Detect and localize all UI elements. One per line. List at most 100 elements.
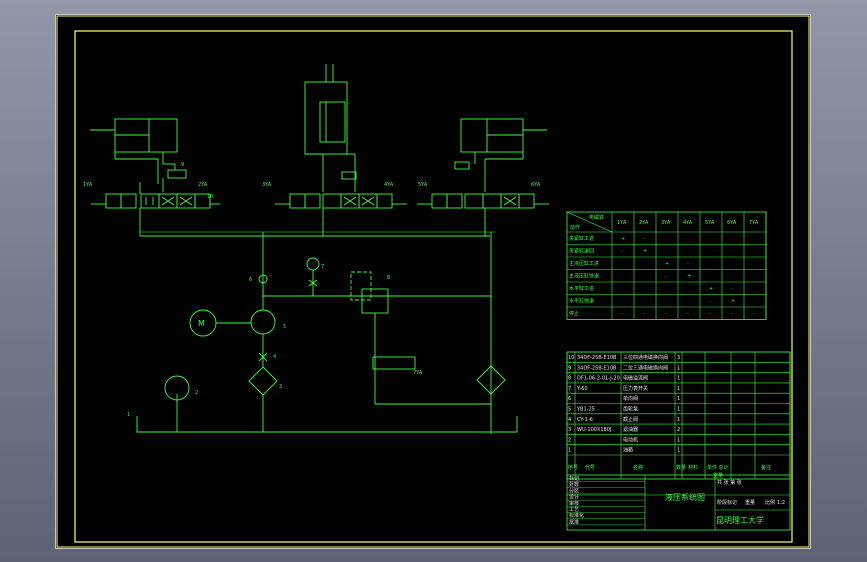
drawing-title: 液压系统图 — [665, 492, 705, 502]
part-code: YB1-25 — [576, 407, 595, 413]
part-qty: 1 — [677, 448, 680, 454]
part-code: DF1-06-2-01-J-20 — [577, 376, 620, 382]
part-code: WU-100X180J — [577, 427, 611, 433]
solenoid-7ya-valve — [372, 356, 416, 370]
title-block-label: 工艺 — [569, 507, 579, 513]
table-row-action: 夹紧缸退回 — [569, 248, 594, 255]
solenoid-action-table: 电磁铁动作 1YA 2YA 3YA 4YA 5YA 6YA 7YA 夹紧缸工进 + - 夹紧缸退回 - +… — [566, 211, 767, 320]
label-9: 9 — [181, 162, 184, 168]
table-row-action: 夹紧缸工进 — [569, 235, 594, 242]
title-block-label: 批准 — [569, 518, 579, 525]
scale-value: 1:2 — [777, 500, 785, 506]
table-cell-mark: - — [709, 299, 711, 305]
table-row-action: 主液压缸工进 — [569, 260, 599, 267]
table-cell-mark: + — [687, 274, 691, 280]
table-column-header: 3YA — [661, 220, 671, 226]
table-cell-mark: + — [665, 261, 669, 267]
table-corner-top: 电磁铁 — [589, 214, 604, 221]
part-name: 电磁溢流阀 — [623, 375, 648, 382]
motor-letter: M — [198, 319, 205, 328]
part-number: 10 — [568, 355, 574, 361]
hydraulic-system-drawing: 1 2 3 4 5 6 7 8 9 10 M 1YA 2YA 3YA 4YA 5… — [56, 15, 810, 548]
right-directional-valve — [417, 193, 549, 209]
part-code: 34DF-25B-E10B — [577, 365, 617, 371]
label-5: 5 — [283, 324, 286, 330]
main-cylinder — [304, 64, 356, 192]
table-row-action: 水平缸快退 — [569, 298, 594, 305]
part-qty: 3 — [677, 355, 680, 361]
solenoid-label-3ya: 3YA — [262, 182, 272, 188]
part-code: 34DF-25B-E10B — [577, 355, 617, 361]
table-cell-mark: - — [621, 311, 623, 317]
table-cell-mark: - — [753, 311, 755, 317]
scale-label: 比例 — [765, 499, 775, 506]
part-number: 9 — [568, 365, 571, 371]
parts-header-cell: 代号 — [585, 464, 595, 471]
solenoid-label-2ya: 2YA — [198, 182, 208, 188]
part-number: 6 — [568, 396, 571, 402]
solenoid-label-7ya: 7YA — [413, 370, 423, 376]
part-number: 2 — [568, 437, 571, 443]
title-block-label: 分区 — [569, 487, 579, 494]
title-block-label: 设计 — [569, 494, 579, 501]
part-name: 三位四通电磁换向阀 — [623, 354, 668, 361]
title-block-label: 标准化 — [569, 512, 584, 519]
left-cylinder — [90, 118, 178, 184]
table-row-action: 主液压缸快退 — [569, 273, 599, 280]
part-qty: 1 — [677, 376, 680, 382]
table-cell-mark: - — [687, 311, 689, 317]
table-cell-mark: - — [687, 261, 689, 267]
label-1: 1 — [127, 412, 130, 418]
table-column-header: 7YA — [749, 220, 759, 226]
solenoid-labels: 1YA 2YA 3YA 4YA 5YA 6YA 7YA — [83, 182, 541, 376]
parts-header-cell: 材料 — [688, 464, 698, 471]
part-name: 滤油器 — [623, 426, 638, 433]
weight-label: 重量 — [745, 499, 755, 506]
part-qty: 1 — [677, 437, 680, 443]
label-2: 2 — [195, 390, 198, 396]
stage-label: 阶段标记 — [717, 499, 737, 506]
table-cell-mark: - — [643, 236, 645, 242]
table-column-header: 2YA — [639, 220, 649, 226]
label-4: 4 — [273, 354, 276, 360]
table-column-header: 1YA — [617, 220, 627, 226]
solenoid-label-5ya: 5YA — [418, 182, 428, 188]
university-name: 昆明理工大学 — [716, 515, 764, 525]
table-row-action: 停止 — [569, 310, 579, 317]
table-cell-mark: - — [621, 249, 623, 255]
part-code: Y-60 — [576, 386, 588, 392]
parts-header-cell: 数量 — [676, 464, 686, 471]
part-qty: 2 — [677, 427, 680, 433]
part-qty: 1 — [677, 396, 680, 402]
hydraulic-circuit — [90, 64, 549, 434]
solenoid-label-6ya: 6YA — [531, 182, 541, 188]
part-number: 5 — [568, 407, 571, 413]
part-number: 3 — [568, 427, 571, 433]
parts-header-mass: 重量 — [713, 472, 723, 479]
parts-header-cell: 名称 — [633, 464, 643, 471]
table-row-action: 水平缸工进 — [569, 285, 594, 292]
solenoid-label-4ya: 4YA — [384, 182, 394, 188]
part-qty: 1 — [677, 407, 680, 413]
label-8: 8 — [387, 275, 390, 281]
parts-header-cell: 序号 — [568, 464, 578, 471]
part-code: CY-1-6 — [577, 417, 593, 423]
parts-list: 10 34DF-25B-E10B 三位四通电磁换向阀 3 9 34DF-25B-E10B 二… — [566, 351, 791, 480]
table-cell-mark: - — [643, 311, 645, 317]
table-cell-mark: - — [731, 311, 733, 317]
part-name: 截止阀 — [623, 416, 638, 423]
part-qty: 1 — [677, 417, 680, 423]
table-cell-mark: - — [665, 311, 667, 317]
part-name: 压力表开关 — [623, 385, 648, 392]
table-column-header: 4YA — [683, 220, 693, 226]
table-column-header: 6YA — [727, 220, 737, 226]
filter-3 — [248, 366, 278, 396]
pressure-gauge-7 — [306, 257, 320, 271]
oil-tank — [136, 416, 518, 433]
label-10: 10 — [207, 194, 213, 200]
part-qty: 1 — [677, 386, 680, 392]
parts-header-cell: 单件 总计 — [707, 464, 729, 471]
table-cell-mark: + — [731, 299, 735, 305]
left-directional-valve — [91, 182, 220, 236]
part-name: 二位三通电磁换向阀 — [623, 364, 668, 371]
